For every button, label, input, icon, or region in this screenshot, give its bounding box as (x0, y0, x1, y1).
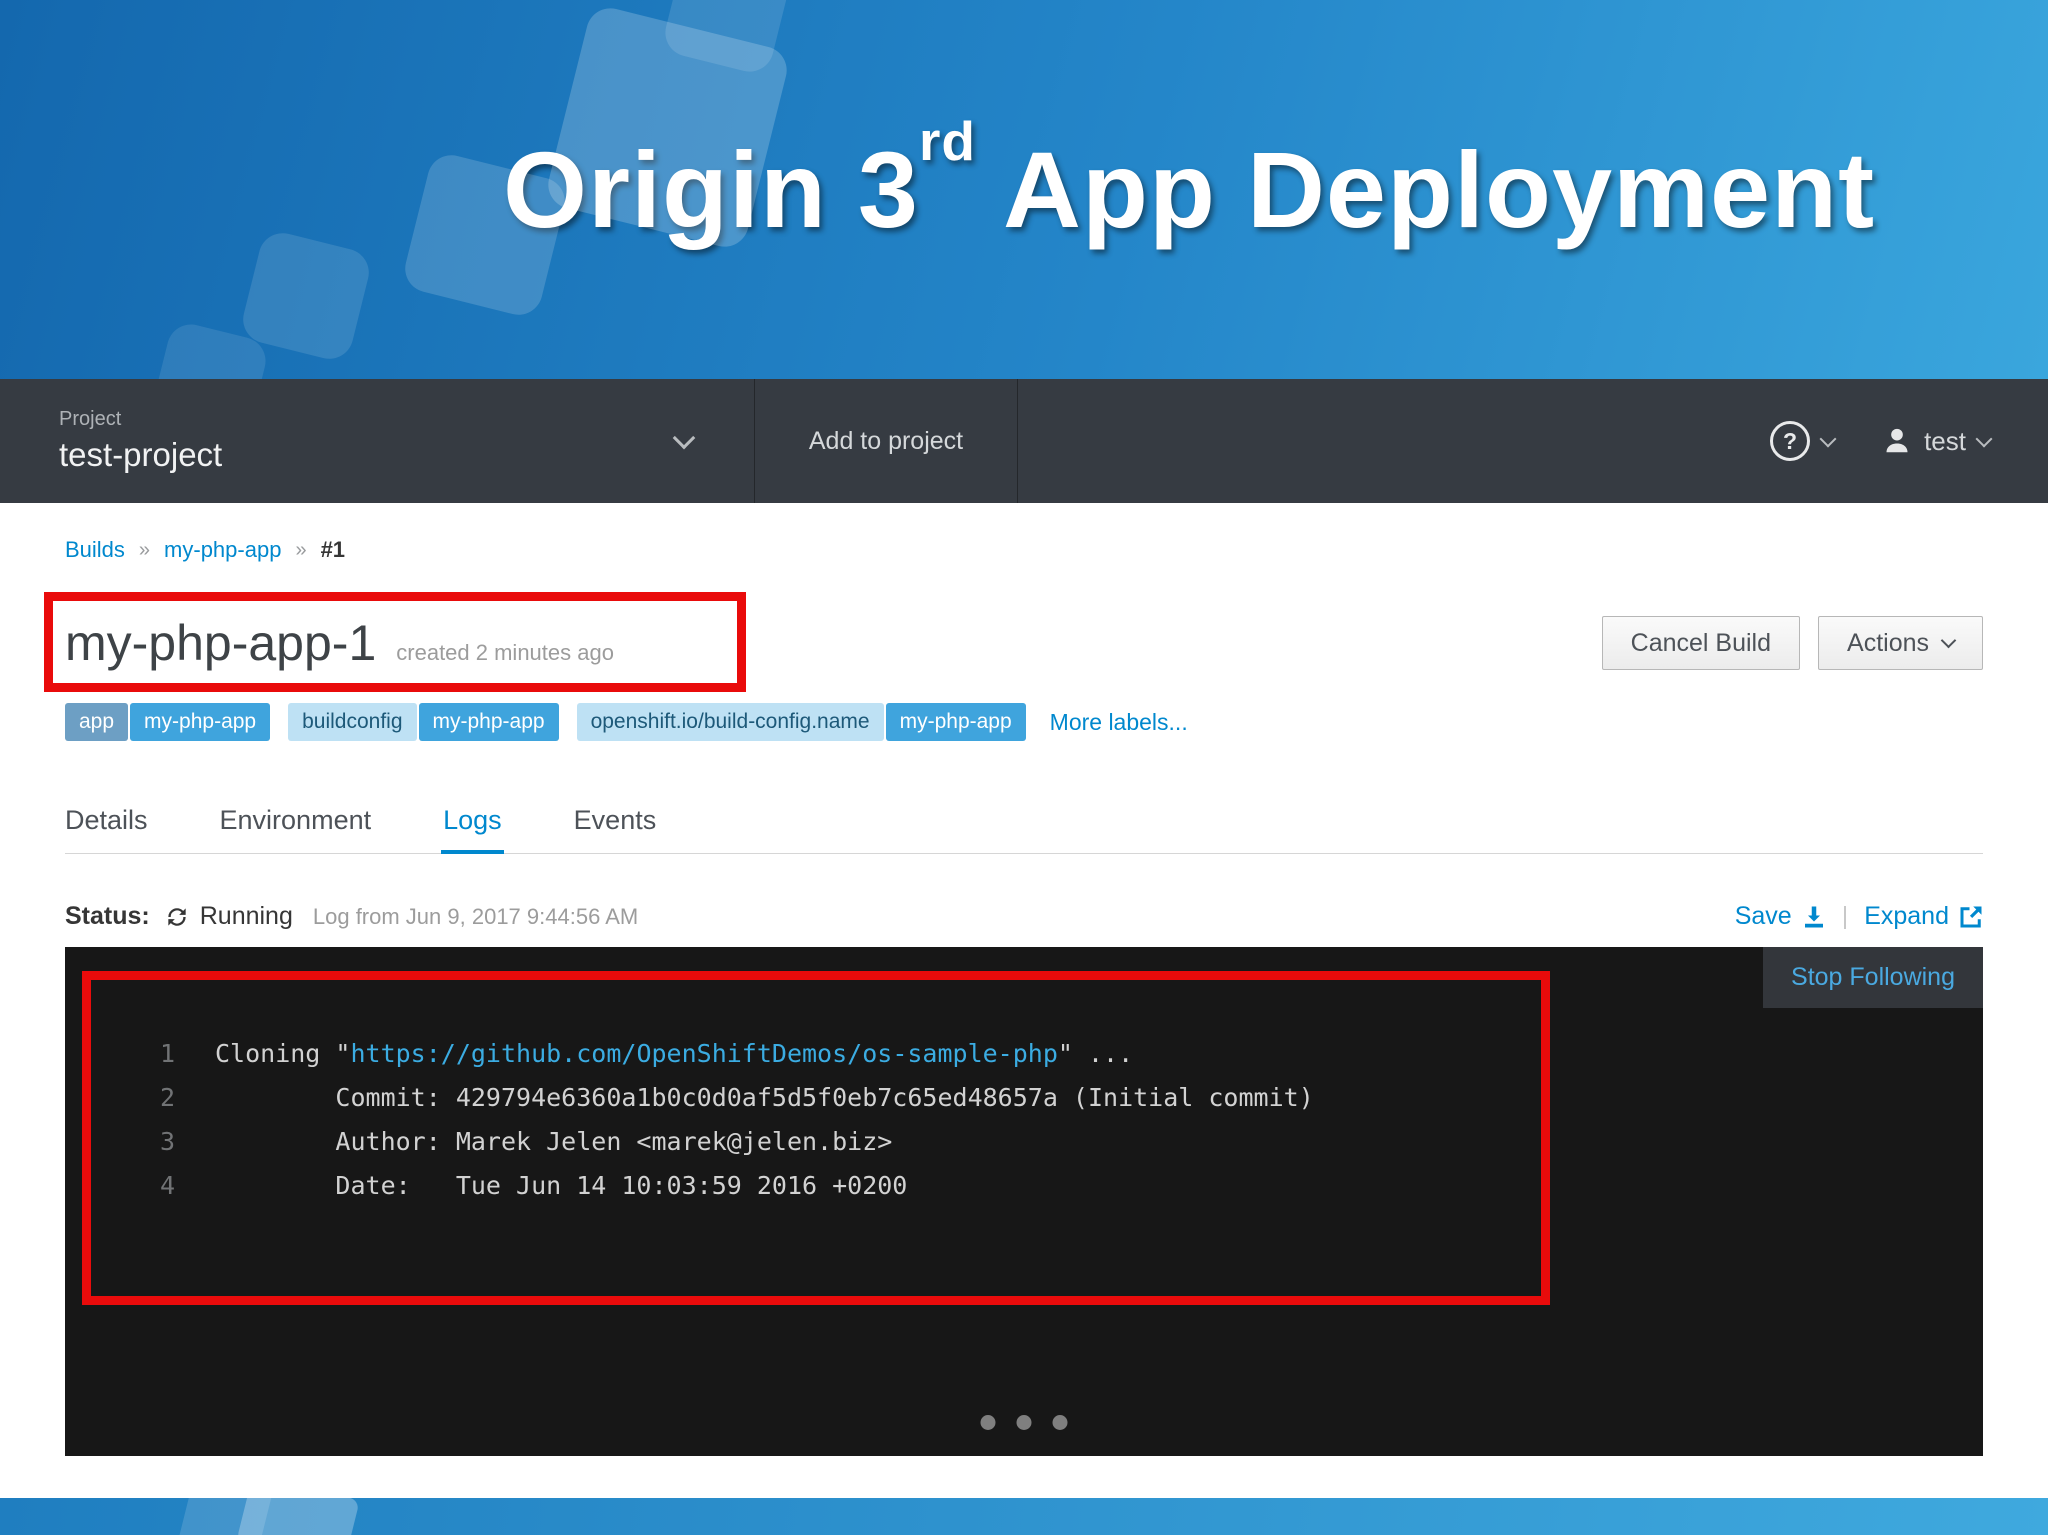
status-state: Running (199, 902, 293, 930)
save-label: Save (1734, 902, 1792, 930)
breadcrumb-current: #1 (320, 537, 346, 562)
log-text-segment: " ... (1057, 1039, 1134, 1068)
log-line: 3 Author: Marek Jelen <marek@jelen.biz> (125, 1120, 1983, 1164)
label-value: my-php-app (130, 703, 271, 741)
user-name: test (1924, 425, 1966, 456)
breadcrumb: Builds » my-php-app » #1 (65, 537, 1983, 563)
status-left: Status: Running Log from Jun 9, 2017 9:4… (65, 902, 638, 931)
carousel-dot[interactable] (1016, 1415, 1032, 1430)
main-content: Builds » my-php-app » #1 my-php-app-1 cr… (0, 537, 2048, 1456)
status-right: Save | Expand (1735, 902, 1983, 931)
add-to-project-label: Add to project (808, 426, 964, 455)
actions-label: Actions (1847, 628, 1929, 657)
status-label: Status: (65, 902, 150, 930)
repo-url-link[interactable]: https://github.com/OpenShiftDemos/os-sam… (350, 1039, 1057, 1068)
line-number: 3 (159, 1127, 175, 1156)
log-text-segment: Cloning " (215, 1039, 351, 1068)
label-key: app (65, 703, 129, 741)
log-timestamp: Log from Jun 9, 2017 9:44:56 AM (312, 903, 639, 929)
slide-title-superscript: rd (919, 109, 976, 172)
tab-logs[interactable]: Logs (441, 805, 504, 854)
breadcrumb-builds[interactable]: Builds (65, 537, 125, 563)
label-key: buildconfig (288, 703, 417, 741)
carousel-dot[interactable] (1052, 1415, 1068, 1430)
labels-row: app my-php-app buildconfig my-php-app op… (65, 703, 1983, 741)
more-labels-link[interactable]: More labels... (1050, 709, 1188, 736)
log-output: 1 Cloning "https://github.com/OpenShiftD… (65, 947, 1983, 1208)
breadcrumb-separator: » (295, 538, 307, 561)
breadcrumb-separator: » (138, 538, 151, 561)
topbar-right: ? test (1770, 379, 2048, 503)
link-divider: | (1841, 902, 1849, 930)
log-console: Stop Following 1 Cloning "https://github… (65, 947, 1983, 1456)
slide-title-suffix: App Deployment (976, 129, 1876, 250)
project-name: test-project (59, 436, 223, 473)
top-navbar: Project test-project Add to project ? te… (0, 379, 2048, 503)
log-line: 2 Commit: 429794e6360a1b0c0d0af5d5f0eb7c… (125, 1076, 1983, 1120)
user-icon (1882, 426, 1912, 456)
cancel-build-button[interactable]: Cancel Build (1601, 616, 1801, 670)
hero-banner: Origin 3rd App Deployment (0, 0, 2048, 379)
actions-dropdown-button[interactable]: Actions (1818, 616, 1983, 670)
build-header-left: my-php-app-1 created 2 minutes ago (65, 614, 614, 672)
stop-following-button[interactable]: Stop Following (1763, 947, 1983, 1008)
help-icon: ? (1770, 421, 1811, 461)
label-pair: openshift.io/build-config.name my-php-ap… (576, 703, 1026, 741)
expand-label: Expand (1864, 902, 1949, 930)
project-text: Project test-project (59, 408, 222, 474)
help-menu[interactable]: ? (1770, 421, 1837, 461)
tab-events[interactable]: Events (574, 805, 657, 853)
status-row: Status: Running Log from Jun 9, 2017 9:4… (65, 902, 1983, 931)
expand-log-link[interactable]: Expand (1864, 902, 1983, 931)
build-header: my-php-app-1 created 2 minutes ago Cance… (65, 607, 1983, 679)
label-pair: buildconfig my-php-app (288, 703, 559, 741)
label-key: openshift.io/build-config.name (576, 703, 884, 741)
log-line: 1 Cloning "https://github.com/OpenShiftD… (125, 1032, 1983, 1076)
chevron-down-icon (1975, 430, 1993, 448)
decor-square (236, 1498, 360, 1535)
tab-environment[interactable]: Environment (220, 805, 372, 853)
log-line: 4 Date: Tue Jun 14 10:03:59 2016 +0200 (125, 1164, 1983, 1208)
log-text: Date: Tue Jun 14 10:03:59 2016 +0200 (215, 1171, 908, 1200)
log-text: Commit: 429794e6360a1b0c0d0af5d5f0eb7c65… (215, 1083, 1314, 1112)
build-title: my-php-app-1 (65, 615, 377, 671)
chevron-down-icon (1940, 632, 1957, 649)
add-to-project-button[interactable]: Add to project (755, 379, 1018, 503)
build-header-actions: Cancel Build Actions (1601, 616, 1983, 670)
label-value: my-php-app (418, 703, 559, 741)
chevron-down-icon (672, 426, 696, 449)
tab-details[interactable]: Details (65, 805, 148, 853)
tab-bar: Details Environment Logs Events (65, 805, 1983, 854)
carousel-dots (980, 1415, 1068, 1430)
external-link-icon (1959, 905, 1983, 929)
label-value: my-php-app (885, 703, 1026, 741)
line-number: 4 (159, 1171, 175, 1200)
project-selector[interactable]: Project test-project (0, 379, 755, 503)
line-number: 2 (159, 1083, 175, 1112)
download-icon (1802, 905, 1826, 929)
user-menu[interactable]: test (1882, 425, 1993, 457)
carousel-dot[interactable] (980, 1415, 996, 1430)
project-label: Project (59, 408, 122, 430)
breadcrumb-build-config[interactable]: my-php-app (164, 537, 281, 563)
chevron-down-icon (1819, 430, 1837, 448)
bottom-banner-strip (0, 1498, 2048, 1535)
label-pair: app my-php-app (65, 703, 271, 741)
line-number: 1 (159, 1039, 175, 1068)
save-log-link[interactable]: Save (1735, 902, 1826, 931)
log-text: Author: Marek Jelen <marek@jelen.biz> (215, 1127, 893, 1156)
created-timestamp: created 2 minutes ago (396, 640, 614, 665)
log-text: Cloning "https://github.com/OpenShiftDem… (215, 1032, 1133, 1076)
refresh-icon (164, 904, 190, 930)
